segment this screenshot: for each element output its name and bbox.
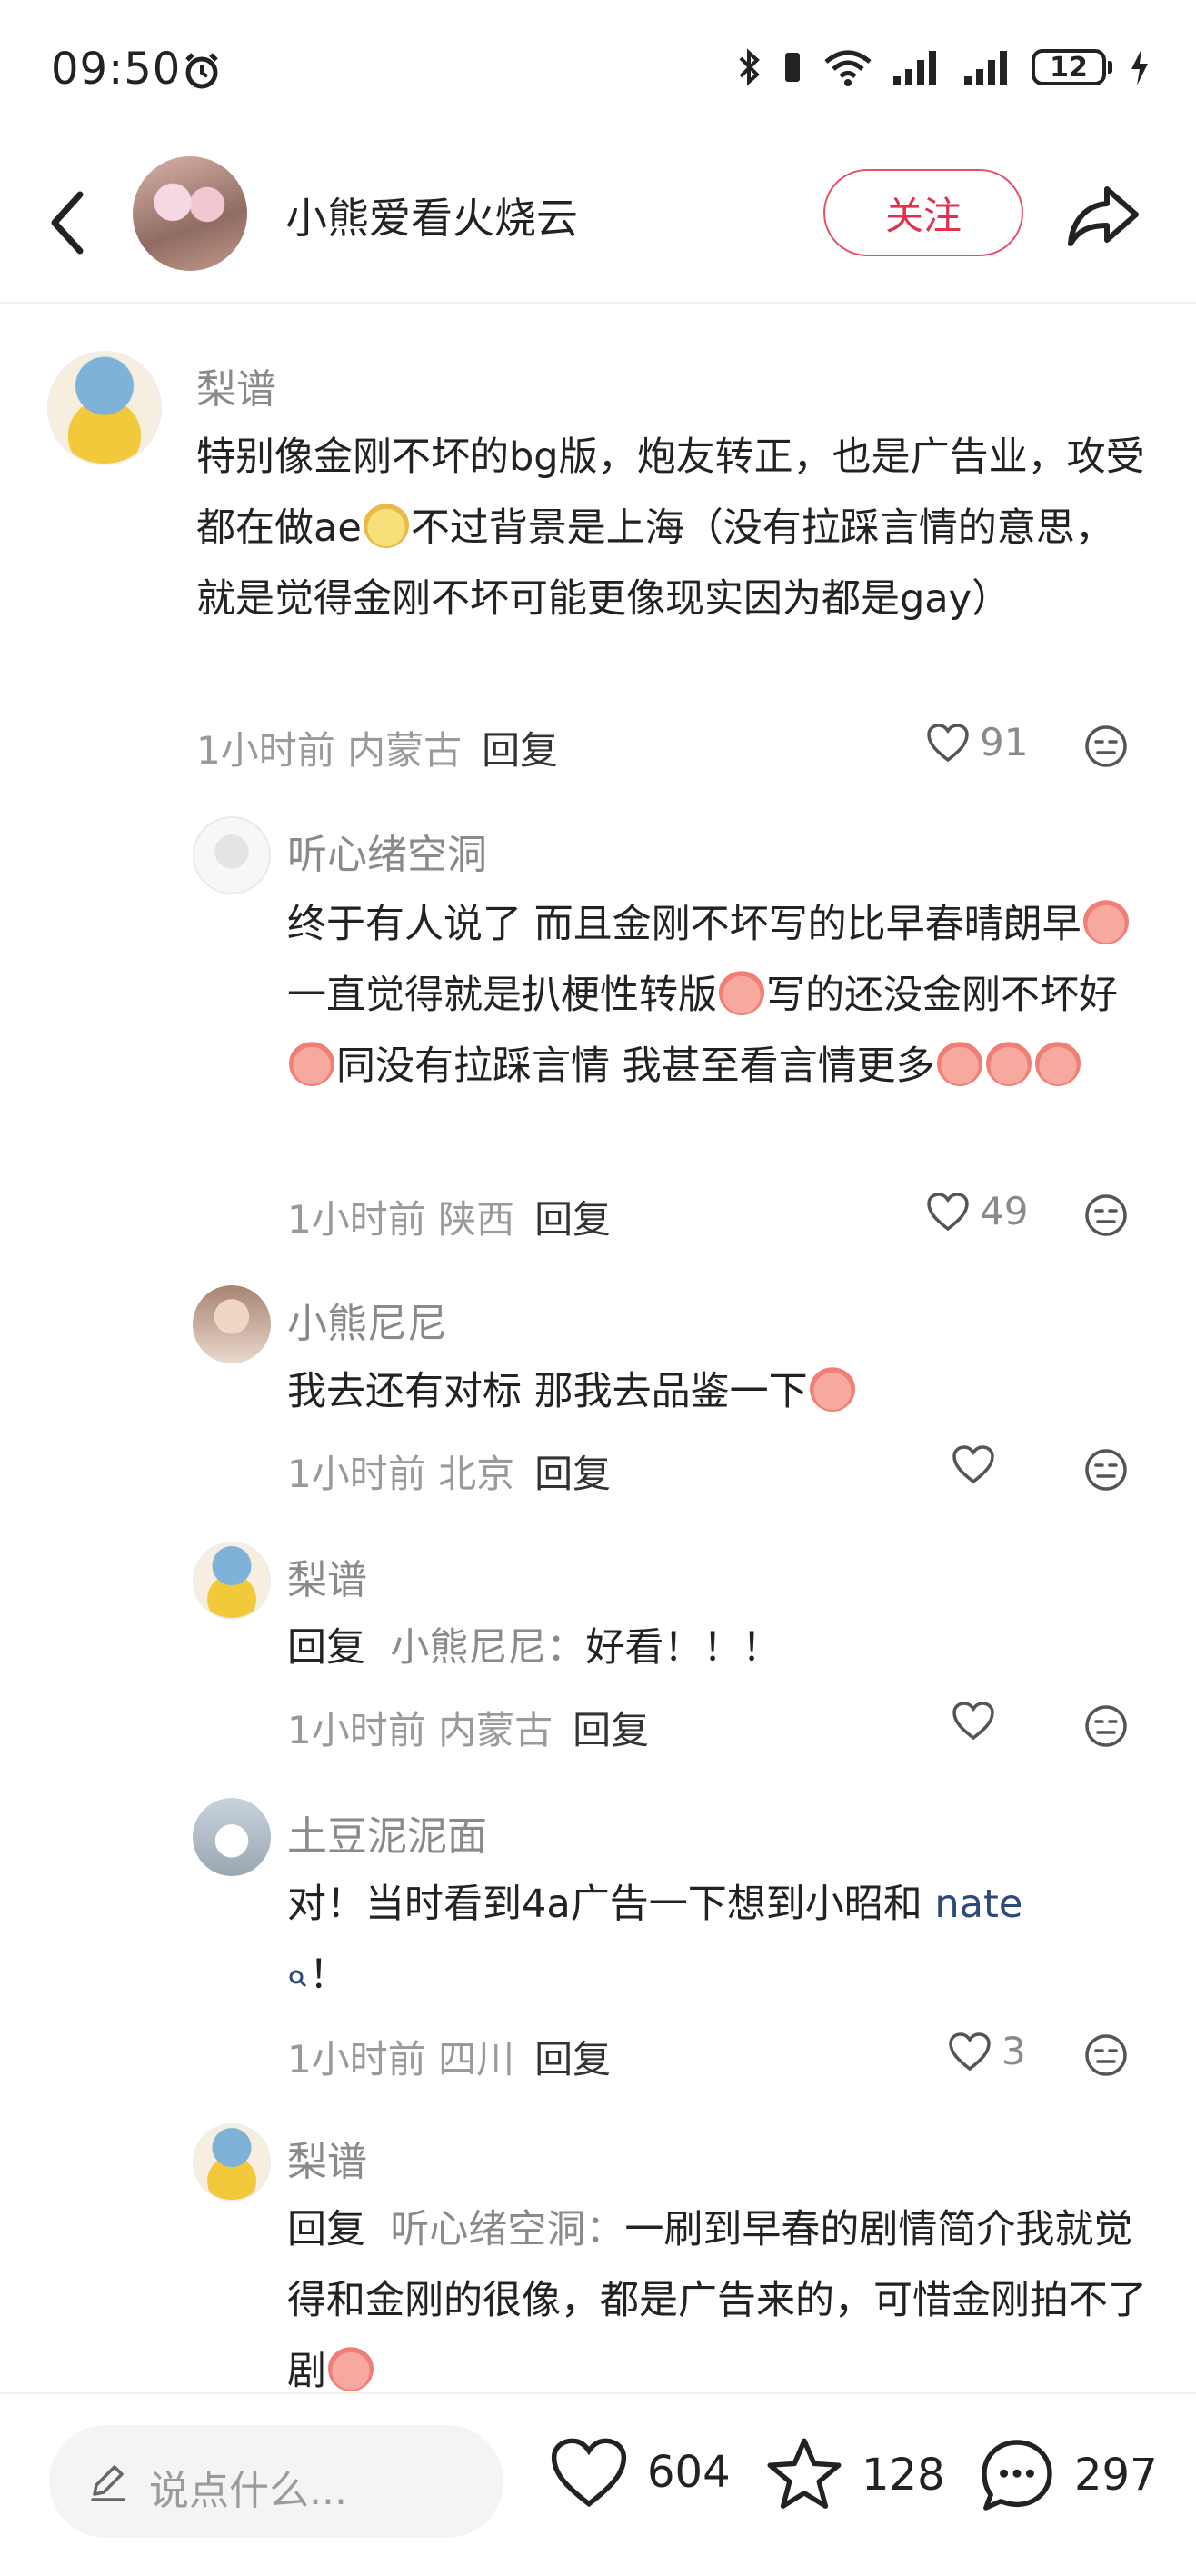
reply-target[interactable]: 小熊尼尼： <box>390 1625 585 1671</box>
reply-target[interactable]: 听心绪空洞： <box>390 2207 624 2252</box>
like-stat-button[interactable]: 604 <box>547 2434 731 2511</box>
comment-text[interactable]: 终于有人说了 而且金刚不坏写的比早春晴朗早一直觉得就是扒梗性转版 写的还没金刚不坏… <box>287 889 1151 1102</box>
like-button[interactable] <box>951 1700 996 1742</box>
like-button[interactable]: 49 <box>925 1189 1028 1233</box>
comment-total: 297 <box>1074 2450 1158 2501</box>
heart-icon <box>952 1445 994 1484</box>
comment-text[interactable]: 特别像金刚不坏的bg版，炮友转正，也是广告业，攻受都在做ae 不过背景是上海（没有… <box>196 422 1151 634</box>
status-bar: 09:50 12 <box>0 0 1196 145</box>
comment-meta: 1小时前 陕西 回复 <box>287 1197 612 1242</box>
avatar[interactable] <box>47 351 162 465</box>
signal-icon-2 <box>964 51 1007 85</box>
star-icon <box>767 2438 842 2509</box>
comment-meta: 1小时前 内蒙古 回复 <box>196 728 559 773</box>
unamused-face-icon[interactable] <box>1083 1703 1129 1749</box>
heart-icon <box>952 1702 994 1741</box>
follow-button[interactable]: 关注 <box>823 169 1023 256</box>
comment-username[interactable]: 梨谱 <box>287 2129 367 2187</box>
battery-level: 12 <box>1032 49 1106 85</box>
bluetooth-icon <box>739 48 760 86</box>
comment-text[interactable]: 对！当时看到4a广告一下想到小昭和 nate！ <box>287 1869 1151 2011</box>
comment-input[interactable]: 说点什么... <box>49 2425 503 2538</box>
comment-username[interactable]: 小熊尼尼 <box>287 1291 447 1349</box>
battery-indicator: 12 <box>1032 49 1112 85</box>
like-button[interactable]: 91 <box>925 720 1028 764</box>
emoji-icon <box>719 970 764 1015</box>
hashtag-link[interactable]: nate <box>934 1882 1022 1927</box>
like-count: 91 <box>980 720 1029 764</box>
emoji-icon <box>936 1041 982 1086</box>
post-header: 小熊爱看火烧云 关注 <box>0 145 1196 304</box>
pencil-icon <box>91 2465 125 2501</box>
wifi-icon <box>824 50 872 86</box>
comment-username[interactable]: 土豆泥泥面 <box>287 1803 487 1862</box>
comment-username[interactable]: 梨谱 <box>196 356 276 414</box>
favorite-total: 128 <box>862 2450 945 2501</box>
avatar[interactable] <box>193 1542 271 1620</box>
author-name[interactable]: 小熊爱看火烧云 <box>285 185 578 245</box>
chat-bubble-icon <box>982 2440 1052 2511</box>
comment-meta: 1小时前 北京 回复 <box>287 1452 612 1496</box>
unamused-face-icon[interactable] <box>1083 2032 1129 2078</box>
heart-icon <box>927 1192 969 1231</box>
favorite-stat-button[interactable]: 128 <box>763 2434 945 2516</box>
reply-button[interactable]: 回复 <box>573 1708 649 1752</box>
signal-icon <box>893 51 936 85</box>
emoji-icon <box>289 1041 334 1086</box>
comment-text[interactable]: 我去还有对标 那我去品鉴一下 <box>287 1356 1151 1427</box>
heart-icon <box>949 2032 991 2071</box>
system-icons: 12 <box>735 47 1151 87</box>
charging-icon <box>1131 49 1148 85</box>
like-total: 604 <box>647 2447 731 2498</box>
heart-icon <box>927 723 969 762</box>
unamused-face-icon[interactable] <box>1083 1193 1129 1238</box>
avatar[interactable] <box>193 1285 271 1363</box>
like-count: 49 <box>980 1189 1029 1233</box>
comment-meta: 1小时前 四川 回复 <box>287 2037 612 2082</box>
avatar[interactable] <box>193 816 271 894</box>
like-count: 3 <box>1002 2029 1026 2073</box>
comment-meta: 1小时前 内蒙古 回复 <box>287 1708 650 1752</box>
search-icon <box>289 1970 307 1988</box>
emoji-icon <box>985 1041 1032 1086</box>
like-button[interactable] <box>951 1443 996 1485</box>
reply-button[interactable]: 回复 <box>534 1452 611 1496</box>
emoji-icon <box>328 2346 374 2391</box>
bottom-action-bar: 说点什么... 604 128 297 <box>0 2392 1196 2576</box>
comment-stat-button[interactable]: 297 <box>976 2434 1158 2516</box>
reply-button[interactable]: 回复 <box>534 1197 611 1242</box>
emoji-icon <box>1034 1041 1081 1086</box>
author-avatar[interactable] <box>133 156 247 271</box>
comment-input-placeholder: 说点什么... <box>149 2468 347 2514</box>
reply-button[interactable]: 回复 <box>534 2037 611 2082</box>
comment-username[interactable]: 听心绪空洞 <box>287 822 487 880</box>
comment-username[interactable]: 梨谱 <box>287 1547 367 1605</box>
comment-text[interactable]: 回复 小熊尼尼：好看！！！ <box>287 1612 1151 1683</box>
emoji-icon <box>363 503 409 548</box>
unamused-face-icon[interactable] <box>1083 1447 1129 1493</box>
status-time: 09:50 <box>51 44 182 95</box>
like-button[interactable]: 3 <box>947 2029 1026 2073</box>
avatar[interactable] <box>193 1798 271 1876</box>
reply-button[interactable]: 回复 <box>482 728 558 773</box>
heart-icon <box>551 2438 627 2508</box>
emoji-icon <box>1082 899 1129 944</box>
avatar[interactable] <box>193 2123 271 2202</box>
vibrate-icon <box>785 53 800 82</box>
comment-text[interactable]: 回复 听心绪空洞：一刷到早春的剧情简介我就觉得和金刚的很像，都是广告来的，可惜金… <box>287 2194 1151 2407</box>
back-arrow-icon[interactable] <box>36 182 100 264</box>
share-icon[interactable] <box>1063 175 1145 256</box>
emoji-icon <box>809 1366 855 1412</box>
alarm-icon <box>185 53 218 89</box>
unamused-face-icon[interactable] <box>1083 724 1129 769</box>
